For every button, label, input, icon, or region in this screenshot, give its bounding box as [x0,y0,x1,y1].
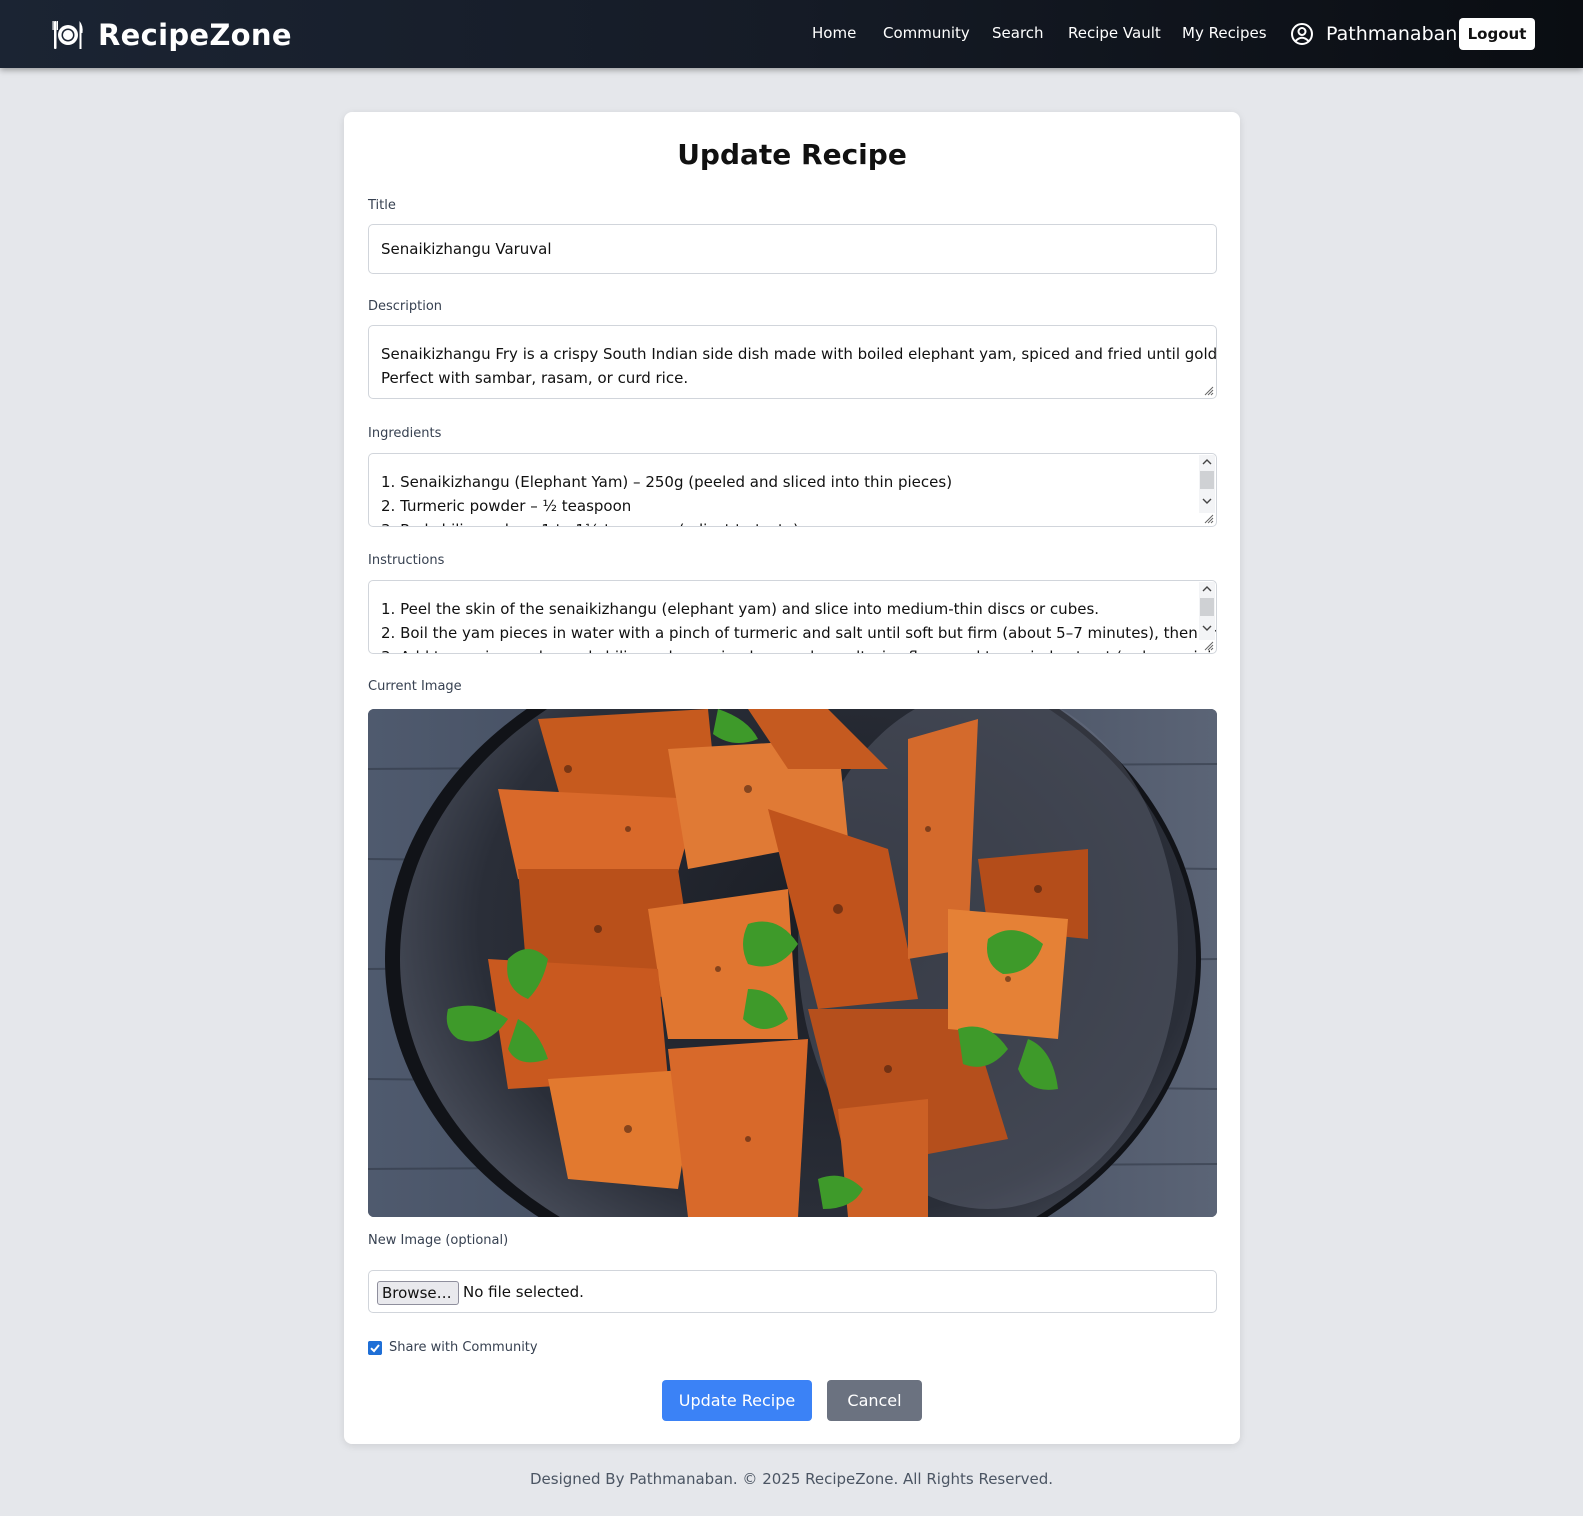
page-title: Update Recipe [677,138,907,171]
ingredient-line: 3. Red chili powder – 1 to 1½ teaspoon (… [381,518,1186,526]
scroll-down-icon[interactable] [1202,497,1212,505]
ingredients-scrollbar[interactable] [1199,455,1215,513]
scroll-up-icon[interactable] [1202,458,1212,466]
description-label: Description [368,299,443,314]
nav-community[interactable]: Community [883,24,970,42]
browse-button[interactable]: Browse… [377,1281,459,1305]
brand-name: RecipeZone [98,18,292,52]
update-recipe-card: Update Recipe Title Description Senaikiz… [344,112,1240,1444]
instruction-line: 3. Add turmeric powder, red chili powder… [381,645,1216,653]
username: Pathmanaban [1326,23,1458,45]
nav-search[interactable]: Search [992,24,1044,42]
description-textarea[interactable]: Senaikizhangu Fry is a crispy South Indi… [368,325,1217,399]
resize-grip-icon[interactable] [1202,384,1214,396]
description-text: Senaikizhangu Fry is a crispy South Indi… [381,342,1217,390]
ingredients-label: Ingredients [368,426,442,441]
nav-recipe-vault[interactable]: Recipe Vault [1068,24,1161,42]
brand[interactable]: RecipeZone [52,17,292,53]
plate-cutlery-icon [52,21,83,49]
ingredients-textarea[interactable]: 1. Senaikizhangu (Elephant Yam) – 250g (… [368,453,1217,527]
logout-button[interactable]: Logout [1459,18,1535,50]
current-image-label: Current Image [368,679,462,694]
share-checkbox[interactable] [368,1341,382,1355]
title-input[interactable] [368,224,1217,274]
share-label[interactable]: Share with Community [389,1340,538,1355]
instructions-textarea[interactable]: 1. Peel the skin of the senaikizhangu (e… [368,580,1217,654]
resize-grip-icon[interactable] [1202,512,1214,524]
instruction-line: 2. Boil the yam pieces in water with a p… [381,624,1217,642]
user-circle-icon[interactable] [1290,22,1314,46]
instruction-line: 1. Peel the skin of the senaikizhangu (e… [381,600,1100,618]
description-line: Senaikizhangu Fry is a crispy South Indi… [381,345,1217,363]
title-label: Title [368,198,396,213]
footer: Designed By Pathmanaban. © 2025 RecipeZo… [529,1470,1054,1488]
ingredient-line: 2. Turmeric powder – ½ teaspoon [381,497,632,515]
file-status: No file selected. [463,1283,584,1301]
recipe-image [368,709,1217,1217]
update-recipe-button[interactable]: Update Recipe [662,1380,812,1421]
ingredient-line: 1. Senaikizhangu (Elephant Yam) – 250g (… [381,473,953,491]
nav-home[interactable]: Home [812,24,856,42]
resize-grip-icon[interactable] [1202,639,1214,651]
instructions-text: 1. Peel the skin of the senaikizhangu (e… [381,597,1217,653]
new-image-label: New Image (optional) [368,1233,509,1248]
navbar: RecipeZone Home Community Search Recipe … [0,0,1583,68]
ingredients-text: 1. Senaikizhangu (Elephant Yam) – 250g (… [381,470,1186,526]
scroll-down-icon[interactable] [1202,624,1212,632]
instructions-label: Instructions [368,553,445,568]
scroll-thumb[interactable] [1200,598,1214,616]
scroll-up-icon[interactable] [1202,585,1212,593]
file-input[interactable]: Browse… No file selected. [368,1270,1217,1313]
roasted-yam-photo [368,709,1217,1217]
nav-my-recipes[interactable]: My Recipes [1182,24,1267,42]
scroll-thumb[interactable] [1200,471,1214,489]
instructions-scrollbar[interactable] [1199,582,1215,640]
description-line: Perfect with sambar, rasam, or curd rice… [381,369,689,387]
cancel-button[interactable]: Cancel [827,1380,922,1421]
